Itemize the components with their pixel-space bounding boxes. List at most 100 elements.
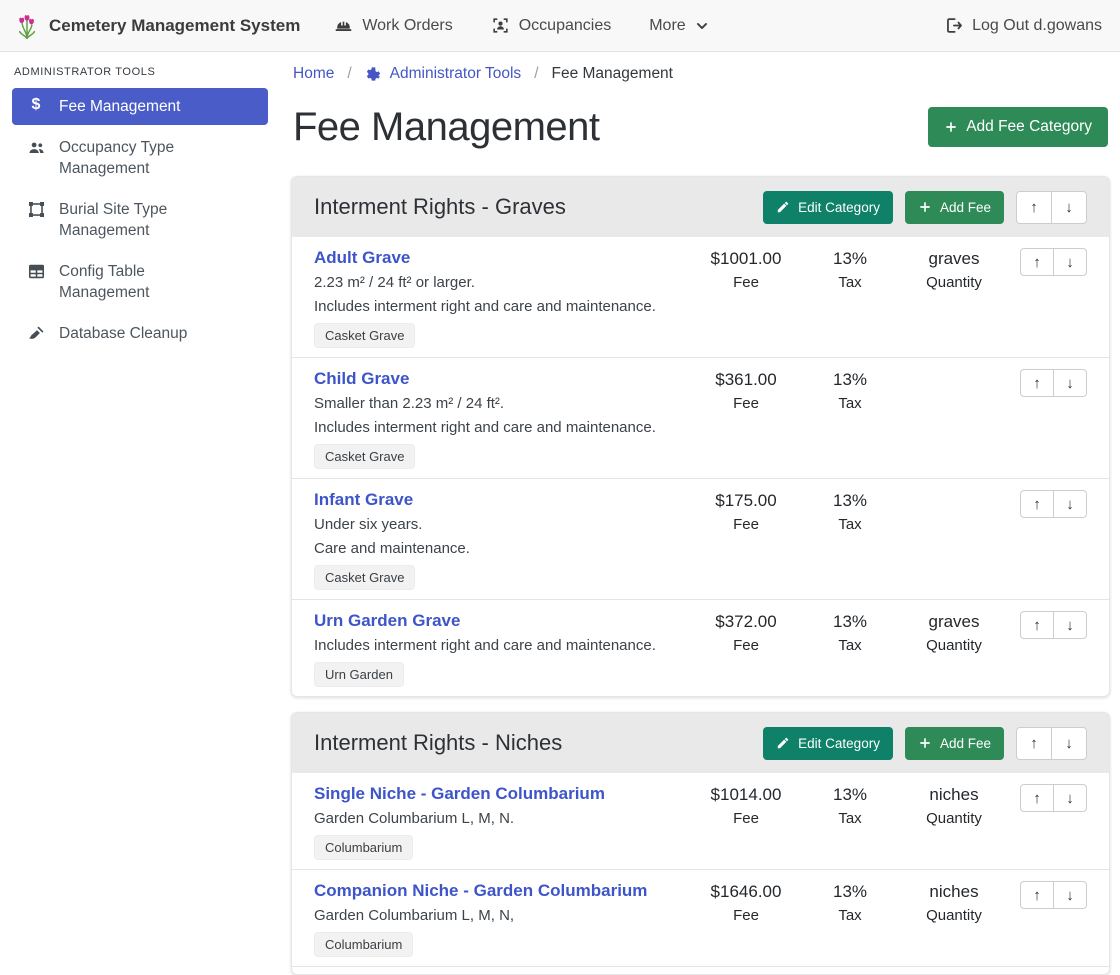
move-fee-down-button[interactable]: ↓ xyxy=(1053,369,1087,397)
fee-main: Single Niche - Garden Columbarium Garden … xyxy=(314,783,694,860)
fee-amount-value: $1001.00 xyxy=(694,248,798,270)
nav-item-occupancies[interactable]: Occupancies xyxy=(491,16,612,35)
move-fee-up-button[interactable]: ↑ xyxy=(1020,369,1054,397)
move-fee-up-button[interactable]: ↑ xyxy=(1020,881,1054,909)
move-fee-down-button[interactable]: ↓ xyxy=(1053,784,1087,812)
fee-amount-value: $1014.00 xyxy=(694,784,798,806)
sidebar-item-config-table-management[interactable]: Config Table Management xyxy=(12,253,268,311)
fee-tax-label: Tax xyxy=(798,394,902,414)
move-fee-up-button[interactable]: ↑ xyxy=(1020,611,1054,639)
arrow-up-icon: ↑ xyxy=(1033,497,1041,512)
fee-tax-col: 13%Tax xyxy=(798,783,902,829)
fee-description: Under six years. xyxy=(314,515,686,535)
edit-category-button[interactable]: Edit Category xyxy=(763,727,893,760)
move-fee-down-button[interactable]: ↓ xyxy=(1053,611,1087,639)
fee-name-link[interactable]: Adult Grave xyxy=(314,247,410,269)
fee-row-infant-grave: Infant GraveUnder six years.Care and mai… xyxy=(292,478,1109,599)
move-category-down-button[interactable]: ↓ xyxy=(1051,727,1087,760)
sidebar-item-occupancy-type-management[interactable]: Occupancy Type Management xyxy=(12,129,268,187)
category-reorder-buttons: ↑↓ xyxy=(1016,727,1087,760)
breadcrumb-home-link[interactable]: Home xyxy=(293,65,334,83)
fee-tax-label: Tax xyxy=(798,809,902,829)
fee-description: Garden Columbarium L, M, N. xyxy=(314,809,686,829)
sidebar-item-label: Config Table Management xyxy=(59,261,231,303)
arrow-up-icon: ↑ xyxy=(1033,888,1041,903)
page-title: Fee Management xyxy=(293,103,600,151)
fee-amount-value: $175.00 xyxy=(694,490,798,512)
move-fee-up-button[interactable]: ↑ xyxy=(1020,248,1054,276)
category-body: Single Niche - Garden Columbarium Garden … xyxy=(292,773,1109,974)
sidebar: ADMINISTRATOR TOOLS $Fee ManagementOccup… xyxy=(0,52,280,939)
sidebar-item-database-cleanup[interactable]: Database Cleanup xyxy=(12,315,268,352)
move-category-up-button[interactable]: ↑ xyxy=(1016,727,1052,760)
page-header: Fee Management Add Fee Category xyxy=(293,103,1108,151)
add-fee-button[interactable]: Add Fee xyxy=(905,727,1004,760)
arrow-down-icon: ↓ xyxy=(1066,497,1074,512)
fee-amount-value: $1646.00 xyxy=(694,881,798,903)
occupancy-frame-icon xyxy=(491,16,510,35)
breadcrumb-home-label: Home xyxy=(293,65,334,83)
fee-name-link[interactable]: Companion Niche - Garden Columbarium xyxy=(314,880,647,902)
move-fee-up-button[interactable]: ↑ xyxy=(1020,490,1054,518)
fee-description: Includes interment right and care and ma… xyxy=(314,636,686,656)
sidebar-item-fee-management[interactable]: $ Fee Management xyxy=(12,88,268,125)
move-fee-down-button[interactable]: ↓ xyxy=(1053,490,1087,518)
fee-tax-col: 13%Tax xyxy=(798,247,902,293)
fee-quantity-value: graves xyxy=(902,248,1006,270)
fee-tax-label: Tax xyxy=(798,636,902,656)
nav-item-more[interactable]: More xyxy=(649,17,708,35)
category-body: Adult Grave 2.23 m² / 24 ft² or larger. In… xyxy=(292,237,1109,696)
fee-reorder-buttons: ↑↓ xyxy=(1020,369,1087,397)
arrow-up-icon: ↑ xyxy=(1033,255,1041,270)
dollar-icon: $ xyxy=(26,97,46,113)
move-category-up-button[interactable]: ↑ xyxy=(1016,191,1052,224)
sidebar-item-label: Fee Management xyxy=(59,96,181,117)
arrow-up-icon: ↑ xyxy=(1033,376,1041,391)
fee-name-link[interactable]: Child Grave xyxy=(314,368,409,390)
move-fee-down-button[interactable]: ↓ xyxy=(1053,248,1087,276)
move-category-down-button[interactable]: ↓ xyxy=(1051,191,1087,224)
bounding-box-icon xyxy=(26,200,46,219)
breadcrumb-admin-tools-link[interactable]: Administrator Tools xyxy=(365,65,522,83)
fee-amount-label: Fee xyxy=(694,394,798,414)
fee-tax-col: 13%Tax xyxy=(798,610,902,656)
fee-quantity-label: Quantity xyxy=(902,273,1006,293)
fee-tag: Casket Grave xyxy=(314,565,415,590)
fee-name-link[interactable]: Urn Garden Grave xyxy=(314,610,460,632)
breadcrumb: Home / Administrator Tools / Fee Managem… xyxy=(293,65,1110,83)
fee-amount-label: Fee xyxy=(694,809,798,829)
move-fee-down-button[interactable]: ↓ xyxy=(1053,881,1087,909)
fee-name-link[interactable]: Infant Grave xyxy=(314,489,413,511)
fee-description: 2.23 m² / 24 ft² or larger. xyxy=(314,273,686,293)
fee-main: Adult Grave2.23 m² / 24 ft² or larger.In… xyxy=(314,247,694,348)
fee-reorder-buttons: ↑↓ xyxy=(1020,490,1087,518)
move-fee-up-button[interactable]: ↑ xyxy=(1020,784,1054,812)
fee-tag: Urn Garden xyxy=(314,662,404,687)
plus-icon xyxy=(918,200,932,214)
fee-name-link[interactable]: Single Niche - Garden Columbarium xyxy=(314,783,605,805)
fee-quantity-col: nichesQuantity xyxy=(902,783,1006,829)
hard-hat-icon xyxy=(334,16,353,35)
sidebar-item-label: Burial Site Type Management xyxy=(59,199,231,241)
fee-row-urn-garden-grave: Urn Garden Grave Includes interment right… xyxy=(292,599,1109,696)
fee-quantity-label: Quantity xyxy=(902,906,1006,926)
brand: Cemetery Management System xyxy=(14,13,300,39)
breadcrumb-admin-tools-label: Administrator Tools xyxy=(390,65,522,83)
fee-quantity-value: niches xyxy=(902,784,1006,806)
add-fee-label: Add Fee xyxy=(940,736,991,751)
fee-description: Smaller than 2.23 m² / 24 ft². xyxy=(314,394,686,414)
sidebar-item-burial-site-type-management[interactable]: Burial Site Type Management xyxy=(12,191,268,249)
arrow-down-icon: ↓ xyxy=(1066,618,1074,633)
logout-label: Log Out d.gowans xyxy=(972,17,1102,35)
edit-category-button[interactable]: Edit Category xyxy=(763,191,893,224)
fee-main: Companion Niche - Garden ColumbariumGard… xyxy=(314,880,694,957)
arrow-down-icon: ↓ xyxy=(1066,791,1074,806)
arrow-down-icon: ↓ xyxy=(1066,255,1074,270)
nav-item-work-orders[interactable]: Work Orders xyxy=(334,16,452,35)
logout-button[interactable]: Log Out d.gowans xyxy=(944,16,1102,35)
gear-icon xyxy=(365,66,382,83)
add-fee-category-button[interactable]: Add Fee Category xyxy=(928,107,1108,147)
nav-links: Work Orders Occupancies More xyxy=(334,16,708,35)
add-fee-button[interactable]: Add Fee xyxy=(905,191,1004,224)
fee-tax-value: 13% xyxy=(798,490,902,512)
